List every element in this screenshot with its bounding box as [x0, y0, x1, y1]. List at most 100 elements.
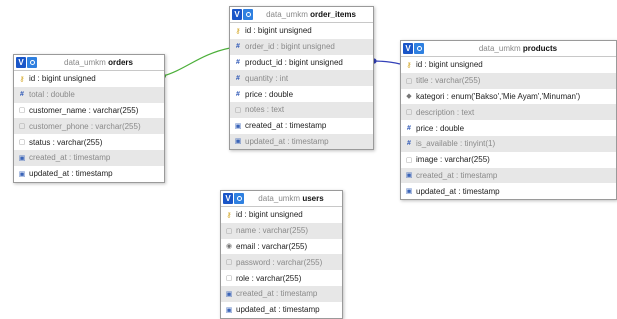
column-label: kategori : enum('Bakso','Mie Ayam','Minu… — [416, 91, 581, 101]
column-label: password : varchar(255) — [236, 257, 323, 267]
column-label: description : text — [416, 107, 475, 117]
table-name[interactable]: products — [523, 44, 557, 53]
column-row[interactable]: ▣ updated_at : timestamp — [14, 166, 164, 182]
column-label: id : bigint unsigned — [416, 60, 483, 70]
date-icon: ▣ — [234, 138, 242, 146]
date-icon: ▣ — [405, 188, 413, 196]
table-header: Vdata_umkm users — [221, 191, 342, 207]
column-row[interactable]: ▢ role : varchar(255) — [221, 270, 342, 286]
column-label: created_at : timestamp — [245, 121, 327, 131]
key-icon: ⚷ — [235, 27, 241, 35]
options-icon[interactable] — [234, 193, 244, 204]
enum-icon: ◆ — [406, 93, 412, 101]
database-name: data_umkm — [64, 58, 106, 67]
date-icon: ▣ — [225, 306, 233, 314]
column-row[interactable]: ▣ created_at : timestamp — [230, 118, 373, 134]
column-label: updated_at : timestamp — [236, 305, 320, 315]
column-row[interactable]: ▢ password : varchar(255) — [221, 254, 342, 271]
toggle-view-icon[interactable]: V — [223, 193, 233, 204]
text-icon: ▢ — [225, 227, 233, 235]
table-title: data_umkm order_items — [253, 10, 373, 19]
column-row[interactable]: # total : double — [14, 86, 164, 103]
column-row[interactable]: ▢ status : varchar(255) — [14, 134, 164, 150]
numeric-icon: # — [20, 91, 24, 99]
column-label: created_at : timestamp — [416, 170, 498, 180]
column-label: id : bigint unsigned — [245, 26, 312, 36]
column-row[interactable]: # price : double — [401, 120, 616, 136]
column-label: created_at : timestamp — [236, 289, 318, 299]
table-order-items[interactable]: Vdata_umkm order_items ⚷ id : bigint unsig… — [229, 6, 374, 151]
options-icon[interactable] — [27, 57, 37, 68]
column-label: name : varchar(255) — [236, 226, 309, 236]
column-label: total : double — [29, 90, 75, 100]
numeric-icon: # — [236, 58, 240, 66]
column-label: id : bigint unsigned — [236, 210, 303, 220]
toggle-view-icon[interactable]: V — [403, 43, 413, 54]
date-icon: ▣ — [234, 122, 242, 130]
column-row[interactable]: ▣ created_at : timestamp — [221, 285, 342, 302]
text-icon: ▢ — [18, 139, 26, 147]
column-label: title : varchar(255) — [416, 76, 481, 86]
column-row[interactable]: # is_available : tinyint(1) — [401, 135, 616, 152]
column-row[interactable]: ◉ email : varchar(255) — [221, 239, 342, 255]
text-icon: ▢ — [405, 156, 413, 164]
options-icon[interactable] — [243, 9, 253, 20]
column-row[interactable]: ▣ updated_at : timestamp — [221, 302, 342, 318]
column-label: notes : text — [245, 105, 285, 115]
column-row[interactable]: # quantity : int — [230, 70, 373, 87]
column-label: order_id : bigint unsigned — [245, 42, 335, 52]
table-products[interactable]: Vdata_umkm products ⚷ id : bigint unsigned… — [400, 40, 617, 201]
table-title: data_umkm orders — [37, 58, 164, 67]
column-row[interactable]: ▢ customer_name : varchar(255) — [14, 103, 164, 119]
text-icon: ▢ — [225, 275, 233, 283]
table-orders[interactable]: Vdata_umkm orders ⚷ id : bigint unsigned # t… — [13, 54, 165, 183]
table-users[interactable]: Vdata_umkm users ⚷ id : bigint unsigned ▢ na… — [220, 190, 343, 319]
column-row[interactable]: ▢ title : varchar(255) — [401, 72, 616, 89]
table-header: Vdata_umkm order_items — [230, 7, 373, 23]
key-icon: ⚷ — [19, 75, 25, 83]
database-name: data_umkm — [478, 44, 521, 53]
text-icon: ▢ — [405, 109, 413, 117]
database-name: data_umkm — [266, 10, 308, 19]
date-icon: ▣ — [225, 290, 233, 298]
column-row[interactable]: ▣ updated_at : timestamp — [230, 133, 373, 150]
toggle-view-icon[interactable]: V — [232, 9, 242, 20]
column-row[interactable]: ⚷ id : bigint unsigned — [14, 71, 164, 87]
column-row[interactable]: ▣ updated_at : timestamp — [401, 183, 616, 199]
key-icon: ⚷ — [406, 61, 412, 69]
column-row[interactable]: ▢ notes : text — [230, 101, 373, 118]
table-name[interactable]: users — [302, 194, 323, 203]
numeric-icon: # — [407, 124, 411, 132]
toggle-view-icon[interactable]: V — [16, 57, 26, 68]
text-icon: ▢ — [405, 77, 413, 85]
column-row[interactable]: # price : double — [230, 86, 373, 102]
table-title: data_umkm products — [424, 44, 616, 53]
column-label: customer_name : varchar(255) — [29, 105, 139, 115]
column-row[interactable]: ▢ name : varchar(255) — [221, 222, 342, 239]
column-row[interactable]: ⚷ id : bigint unsigned — [401, 57, 616, 73]
text-icon: ▢ — [225, 259, 233, 267]
column-label: price : double — [416, 123, 465, 133]
column-row[interactable]: # order_id : bigint unsigned — [230, 38, 373, 55]
column-label: updated_at : timestamp — [29, 169, 113, 179]
column-label: id : bigint unsigned — [29, 74, 96, 84]
text-icon: ▢ — [18, 123, 26, 131]
column-row[interactable]: # product_id : bigint unsigned — [230, 55, 373, 71]
column-label: quantity : int — [245, 73, 289, 83]
column-label: product_id : bigint unsigned — [245, 57, 343, 67]
table-header: Vdata_umkm products — [401, 41, 616, 57]
column-row[interactable]: ▣ created_at : timestamp — [14, 149, 164, 166]
numeric-icon: # — [236, 90, 240, 98]
column-row[interactable]: ⚷ id : bigint unsigned — [221, 207, 342, 223]
column-row[interactable]: ▢ customer_phone : varchar(255) — [14, 118, 164, 135]
column-row[interactable]: ◆ kategori : enum('Bakso','Mie Ayam','Min… — [401, 89, 616, 105]
table-name[interactable]: orders — [108, 58, 133, 67]
text-icon: ▢ — [234, 106, 242, 114]
key-icon: ⚷ — [226, 211, 232, 219]
column-row[interactable]: ▢ description : text — [401, 104, 616, 121]
options-icon[interactable] — [414, 43, 424, 54]
table-name[interactable]: order_items — [310, 10, 356, 19]
column-row[interactable]: ▣ created_at : timestamp — [401, 167, 616, 184]
column-row[interactable]: ⚷ id : bigint unsigned — [230, 23, 373, 39]
column-row[interactable]: ▢ image : varchar(255) — [401, 152, 616, 168]
